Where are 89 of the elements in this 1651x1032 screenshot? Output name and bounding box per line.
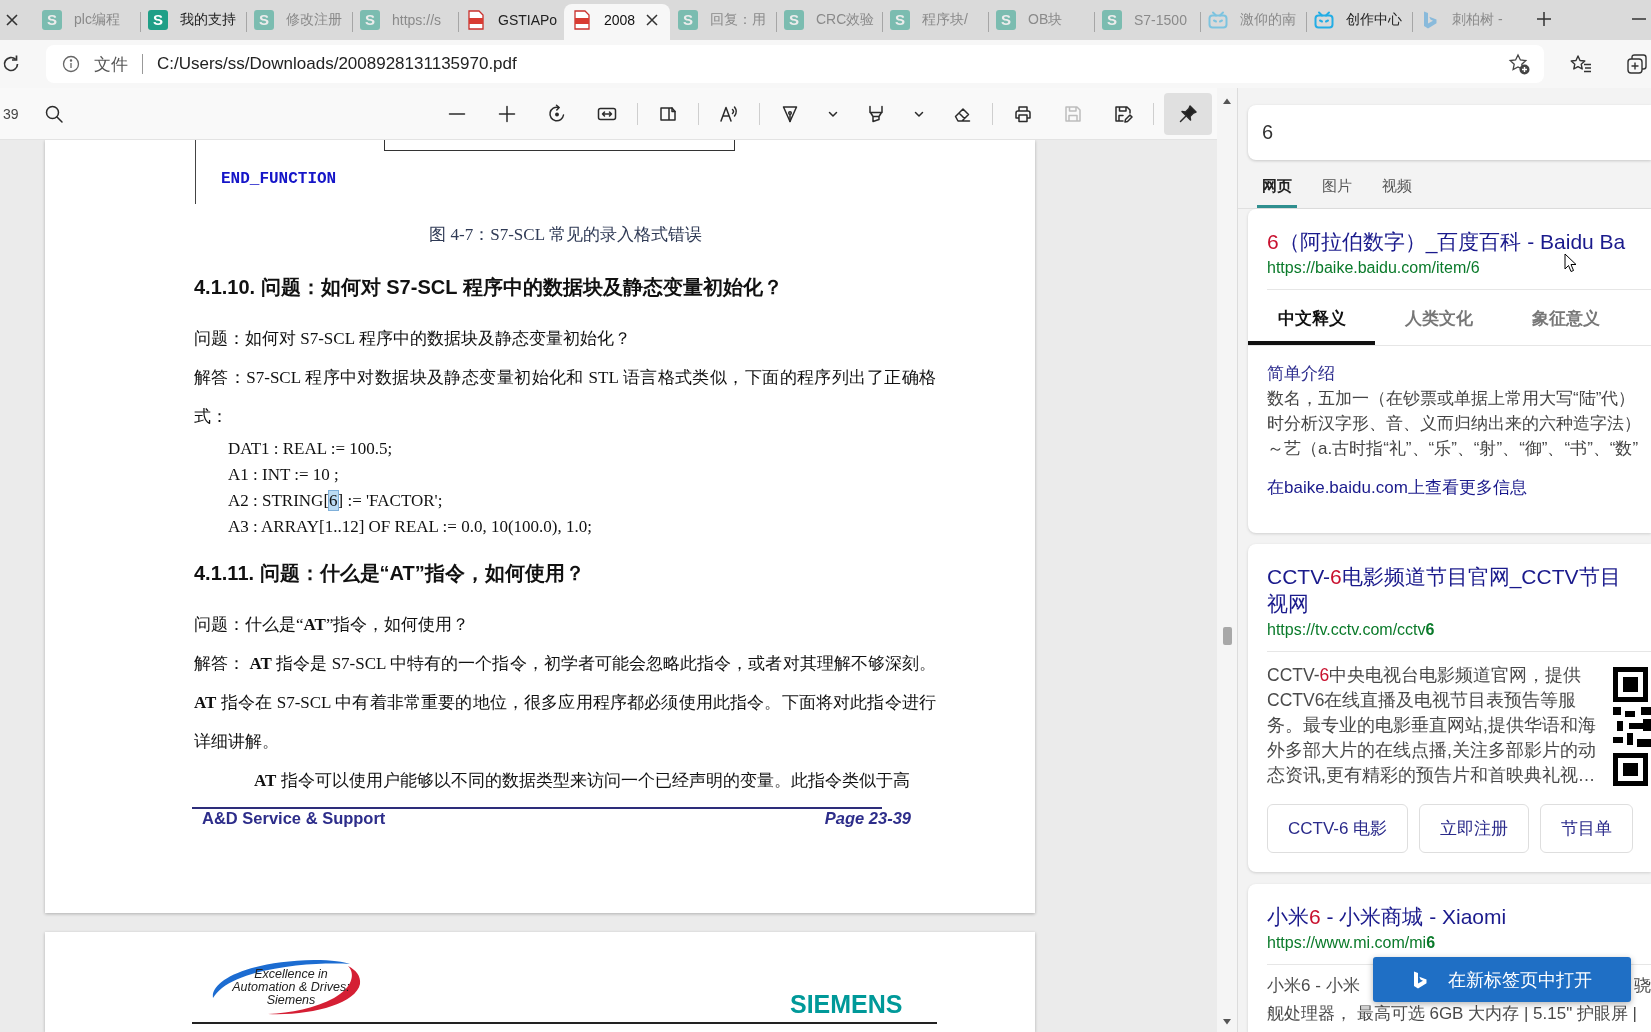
- logo-text: Automation & Drives:: [232, 981, 350, 994]
- info-icon[interactable]: [62, 55, 80, 73]
- quick-link-button[interactable]: 立即注册: [1419, 804, 1530, 853]
- search-field[interactable]: 6: [1248, 105, 1651, 160]
- browser-tab[interactable]: GSTIAPo: [458, 4, 564, 40]
- scroll-up-icon[interactable]: [1222, 97, 1232, 105]
- code-text: END_FUNCTION: [221, 169, 337, 190]
- pin-icon[interactable]: [1178, 103, 1198, 124]
- close-icon[interactable]: [5, 12, 19, 27]
- letter-icon: S: [784, 9, 804, 30]
- collections-icon[interactable]: [1626, 53, 1648, 75]
- url-text[interactable]: C:/Users/ss/Downloads/2008928131135970.pdf: [157, 54, 517, 74]
- paragraph: AT 指令可以使用户能够以不同的数据类型来访问一个已经声明的变量。此指令类似于高: [253, 770, 911, 792]
- section-title: 简单介绍: [1267, 363, 1335, 385]
- browser-tab[interactable]: S 我的支持: [140, 4, 246, 40]
- code-line: A3 : ARRAY[1..12] OF REAL := 0.0, 10(100.0), 1.0;: [228, 516, 592, 538]
- highlighter-icon[interactable]: [866, 103, 886, 124]
- letter-icon: S: [996, 9, 1016, 30]
- letter-icon: S: [890, 9, 910, 30]
- new-tab-icon[interactable]: [1536, 11, 1552, 27]
- code-line: DAT1 : REAL := 100.5;: [228, 438, 393, 460]
- document-icon: [572, 9, 592, 30]
- letter-icon: S: [360, 9, 380, 30]
- swoosh-icon: [210, 958, 363, 1016]
- more-info-link[interactable]: 在baike.baidu.com上查看更多信息: [1267, 476, 1527, 500]
- result-title[interactable]: 视网: [1267, 590, 1309, 617]
- tv-icon: [1208, 9, 1228, 30]
- add-favorite-icon[interactable]: [1508, 53, 1530, 75]
- qr-code-icon: [1613, 667, 1651, 786]
- close-icon[interactable]: [646, 13, 658, 26]
- save-as-icon[interactable]: [1113, 103, 1133, 124]
- description-line: ～艺（a.古时指“礼”、“乐”、“射”、“御”、“书”、“数”: [1267, 438, 1639, 460]
- card-tab[interactable]: 人类文化: [1375, 290, 1502, 345]
- scroll-thumb[interactable]: [1222, 627, 1232, 645]
- browser-tab[interactable]: 2008: [564, 4, 670, 40]
- letter-icon: S: [1102, 9, 1122, 30]
- card-tab[interactable]: 象征意义: [1502, 290, 1629, 345]
- read-aloud-icon[interactable]: [719, 103, 739, 124]
- letter-icon: S: [148, 9, 168, 30]
- logo-text: Siemens: [266, 994, 316, 1007]
- page-number: 39: [3, 105, 19, 122]
- paragraph: 解答：S7-SCL 程序中对数据块及静态变量初始化和 STL 语言格式类似，下面的程序列出了正确格式：: [194, 367, 936, 428]
- result-title[interactable]: 小米6 - 小米商城 - Xiaomi: [1267, 903, 1507, 930]
- description-line: 时分析汉字形、音、义而归纳出来的六种造字法）: [1267, 413, 1641, 435]
- footer-text: A&D Service & Support: [202, 809, 386, 827]
- result-title[interactable]: 6（阿拉伯数字）_百度百科 - Baidu Ba: [1267, 228, 1626, 255]
- address-bar[interactable]: 文件 C:/Users/ss/Downloads/2008928131135970.pdf: [46, 45, 1544, 83]
- quick-link-button[interactable]: 节目单: [1540, 804, 1634, 853]
- paragraph: 问题：如何对 S7-SCL 程序中的数据块及静态变量初始化？: [194, 328, 632, 350]
- open-in-new-tab-button[interactable]: 在新标签页中打开: [1373, 957, 1631, 1002]
- code-line: A1 : INT := 10 ;: [228, 464, 339, 486]
- scroll-down-icon[interactable]: [1222, 1018, 1232, 1026]
- search-icon[interactable]: [43, 103, 64, 124]
- code-line: A2 : STRING[6] := 'FACTOR';: [228, 490, 443, 512]
- section-heading: 4.1.11. 问题：什么是“AT”指令，如何使用？: [194, 561, 585, 586]
- rotate-icon[interactable]: [547, 103, 567, 124]
- page-label: Page 23-39: [824, 809, 911, 827]
- paragraph: 问题：什么是“AT”指令，如何使用？: [194, 614, 471, 636]
- snippet-text: 骁: [1634, 975, 1651, 997]
- snippet-text: 小米6 - 小米: [1267, 975, 1360, 997]
- search-tab[interactable]: 视频: [1377, 160, 1417, 208]
- description-line: 数名，五加一（在钞票或单据上常用大写“陆”代）: [1267, 388, 1636, 410]
- letter-icon: S: [678, 9, 698, 30]
- pen-nib-icon[interactable]: [780, 103, 800, 124]
- site-label[interactable]: 文件: [94, 52, 128, 76]
- favorites-icon[interactable]: [1570, 53, 1592, 75]
- logo-text: Excellence in: [254, 968, 328, 981]
- figure-caption: 图 4-7：S7-SCL 常见的录入格式错误: [429, 224, 702, 246]
- tv-icon: [1314, 9, 1334, 30]
- result-title[interactable]: CCTV-6电影频道节目官网_CCTV节目: [1267, 563, 1621, 590]
- paragraph: 解答： AT 指令是 S7-SCL 中特有的一个指令，初学者可能会忽略此指令，或者对其理解不够深刻。AT 指令在 S7-SCL 中有着非常重要的地位，很多应用程序都必须使用此指令。下面将对此指令进行详细讲解。: [194, 653, 936, 753]
- brand-wordmark: SIEMENS: [790, 992, 903, 1016]
- browser-tab[interactable]: 创作中心: [1306, 4, 1412, 40]
- section-heading: 4.1.10. 问题：如何对 S7-SCL 程序中的数据块及静态变量初始化？: [194, 275, 783, 300]
- result-url[interactable]: https://baike.baidu.com/item/6: [1267, 257, 1480, 279]
- printer-icon[interactable]: [1013, 103, 1033, 124]
- snippet-text: 舰处理器， 最高可选 6GB 大内存 | 5.15" 护眼屏 |: [1267, 1003, 1638, 1025]
- letter-icon: S: [42, 9, 62, 30]
- document-icon: [466, 9, 486, 30]
- cursor-icon: [1564, 253, 1577, 273]
- result-url[interactable]: https://www.mi.com/mi6: [1267, 932, 1436, 954]
- pin-button[interactable]: [1164, 92, 1212, 135]
- letter-icon: S: [254, 9, 274, 30]
- result-url[interactable]: https://tv.cctv.com/cctv6: [1267, 619, 1435, 641]
- search-tab[interactable]: 图片: [1317, 160, 1357, 208]
- quick-link-button[interactable]: CCTV-6 电影: [1267, 804, 1409, 853]
- reload-icon[interactable]: [1, 54, 21, 74]
- plus-icon[interactable]: [497, 103, 517, 124]
- result-snippet: CCTV-6中央电视台电影频道官网，提供CCTV6在线直播及电视节目表预告等服务。最专业的电影垂直网站,提供华语和海外多部大片的在线点播,关注多部影片的动态资讯,更有精彩的预告片和首映典礼视…: [1267, 664, 1597, 787]
